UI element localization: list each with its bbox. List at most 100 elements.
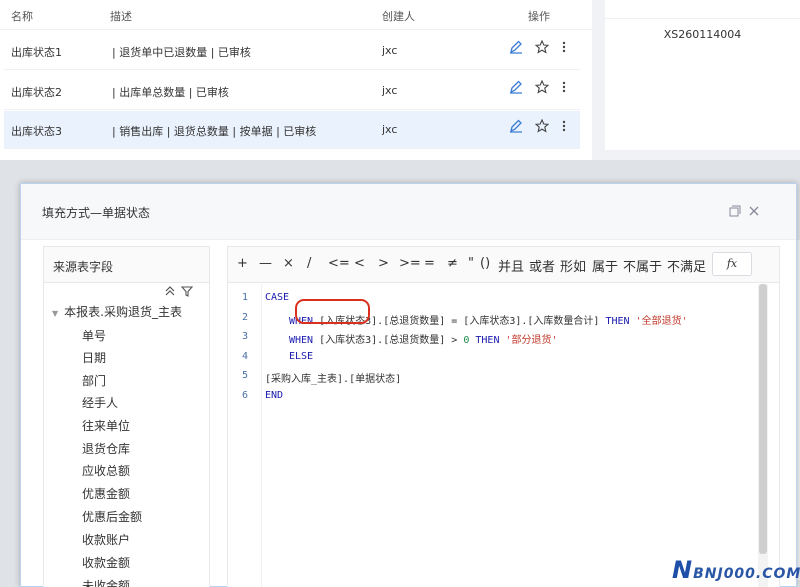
minus-button[interactable]: — xyxy=(259,256,272,271)
star-icon[interactable] xyxy=(534,118,550,136)
divide-button[interactable]: / xyxy=(307,256,311,271)
line-number: 1 xyxy=(241,292,248,303)
edit-icon[interactable] xyxy=(509,40,523,57)
tree-field-item[interactable]: 未收金额 xyxy=(82,577,130,587)
divider xyxy=(605,18,800,19)
row-name: 出库状态2 xyxy=(11,86,62,99)
tree-root-label: 本报表.采购退货_主表 xyxy=(64,305,182,319)
not-in-button[interactable]: 不属于 xyxy=(623,256,662,275)
maximize-icon[interactable] xyxy=(728,205,742,219)
fill-method-dialog: 填充方式—单据状态 来源表字段 ▼ 本报表.采购退货_主表 单号 日期 部门 经手… xyxy=(20,183,797,587)
equals-button[interactable]: = xyxy=(424,256,435,271)
col-desc-header: 描述 xyxy=(110,10,132,23)
line-number: 2 xyxy=(241,312,248,323)
document-number: XS260114004 xyxy=(663,28,742,41)
col-action-header: 操作 xyxy=(528,10,550,23)
function-button[interactable]: fx xyxy=(712,252,752,276)
tree-field-item[interactable]: 部门 xyxy=(82,372,106,389)
collapse-all-icon[interactable] xyxy=(164,285,176,300)
source-field-panel: 来源表字段 ▼ 本报表.采购退货_主表 单号 日期 部门 经手人 往来单位 退货仓… xyxy=(43,246,210,587)
tree-field-item[interactable]: 收款账户 xyxy=(82,531,130,548)
editor-scrollbar[interactable] xyxy=(758,284,768,587)
less-equal-button[interactable]: <= xyxy=(328,256,350,271)
multiply-button[interactable]: × xyxy=(283,256,294,271)
in-button[interactable]: 属于 xyxy=(592,256,618,275)
operator-toolbar: + — × / <= < > >= = ≠ " () 并且 或者 形如 属于 不… xyxy=(228,247,779,283)
keyword-else: ELSE xyxy=(289,351,314,362)
more-icon[interactable] xyxy=(561,40,567,57)
watermark-letter: N xyxy=(672,556,694,584)
tree-field-item[interactable]: 退货仓库 xyxy=(82,440,130,457)
edit-icon[interactable] xyxy=(509,80,523,97)
else-expr: [采购入库_主表].[单据状态] xyxy=(265,374,402,385)
code-line: [采购入库_主表].[单据状态] xyxy=(265,370,401,385)
keyword-then: THEN xyxy=(475,335,500,346)
table-row[interactable]: 出库状态1 | 退货单中已退数量 | 已审核 jxc xyxy=(4,32,580,70)
watermark-text: BNJ000.COM xyxy=(693,566,800,582)
plus-button[interactable]: + xyxy=(237,256,248,271)
col-name-header: 名称 xyxy=(11,10,33,23)
quote-button[interactable]: " xyxy=(468,256,474,271)
site-watermark: NBNJ000.COM xyxy=(672,556,800,584)
code-line: CASE xyxy=(265,292,289,303)
row-desc: | 退货单中已退数量 | 已审核 xyxy=(112,46,251,59)
close-icon[interactable] xyxy=(747,205,761,219)
keyword-when: WHEN xyxy=(289,335,314,346)
tree-field-item[interactable]: 往来单位 xyxy=(82,417,130,434)
line-number: 5 xyxy=(241,370,248,381)
greater-equal-button[interactable]: >= xyxy=(399,256,421,271)
source-field-title: 来源表字段 xyxy=(53,260,114,274)
dialog-header: 填充方式—单据状态 xyxy=(21,184,796,240)
star-icon[interactable] xyxy=(534,79,550,97)
number-literal: 0 xyxy=(463,335,470,346)
parentheses-button[interactable]: () xyxy=(480,256,490,271)
more-icon[interactable] xyxy=(561,80,567,97)
table-header: 名称 描述 创建人 操作 xyxy=(0,0,592,30)
code-line: WHEN [入库状态3].[总退货数量] > 0 THEN '部分退货' xyxy=(289,331,558,346)
template-table: 名称 描述 创建人 操作 出库状态1 | 退货单中已退数量 | 已审核 jxc … xyxy=(0,0,592,160)
tree-field-item[interactable]: 优惠后金额 xyxy=(82,508,142,525)
line-number: 3 xyxy=(241,331,248,342)
dialog-title: 填充方式—单据状态 xyxy=(42,206,151,220)
row-name: 出库状态1 xyxy=(11,46,62,59)
line-number-gutter: 1 2 3 4 5 6 xyxy=(228,284,262,587)
star-icon[interactable] xyxy=(534,39,550,57)
code-area[interactable]: CASE WHEN [入库状态3].[总退货数量] = [入库状态3].[入库数… xyxy=(265,284,755,587)
edit-icon[interactable] xyxy=(509,119,523,136)
less-than-button[interactable]: < xyxy=(354,256,365,271)
row-desc: | 销售出库 | 退货总数量 | 按单据 | 已审核 xyxy=(112,125,317,138)
row-creator: jxc xyxy=(382,44,398,57)
code-line: ELSE xyxy=(289,351,313,362)
row-name: 出库状态3 xyxy=(11,125,62,138)
tree-root-node[interactable]: ▼ 本报表.采购退货_主表 xyxy=(52,303,182,320)
tree-field-item[interactable]: 经手人 xyxy=(82,394,118,411)
line-number: 6 xyxy=(241,390,248,401)
greater-than-button[interactable]: > xyxy=(378,256,389,271)
row-creator: jxc xyxy=(382,84,398,97)
tree-field-item[interactable]: 收款金额 xyxy=(82,554,130,571)
not-satisfy-button[interactable]: 不满足 xyxy=(667,256,706,275)
table-row[interactable]: 出库状态3 | 销售出库 | 退货总数量 | 按单据 | 已审核 jxc xyxy=(4,111,580,149)
and-button[interactable]: 并且 xyxy=(498,256,524,275)
not-equal-button[interactable]: ≠ xyxy=(447,256,458,271)
table-row[interactable]: 出库状态2 | 出库单总数量 | 已审核 jxc xyxy=(4,72,580,110)
or-button[interactable]: 或者 xyxy=(529,256,555,275)
filter-icon[interactable] xyxy=(180,285,194,300)
string-literal: '全部退货' xyxy=(635,316,688,327)
like-button[interactable]: 形如 xyxy=(560,256,586,275)
source-field-header: 来源表字段 xyxy=(44,247,209,283)
keyword-case: CASE xyxy=(265,292,290,303)
tree-field-item[interactable]: 应收总额 xyxy=(82,462,130,479)
tree-field-item[interactable]: 优惠金额 xyxy=(82,485,130,502)
tree-field-item[interactable]: 单号 xyxy=(82,327,106,344)
right-detail-panel: XS260114004 xyxy=(605,0,800,150)
scrollbar-thumb[interactable] xyxy=(759,284,767,554)
more-icon[interactable] xyxy=(561,119,567,136)
col-creator-header: 创建人 xyxy=(382,10,415,23)
source-field-tools xyxy=(44,284,209,302)
string-literal: '部分退货' xyxy=(505,335,558,346)
tree-field-item[interactable]: 日期 xyxy=(82,349,106,366)
keyword-end: END xyxy=(265,390,284,401)
row-desc: | 出库单总数量 | 已审核 xyxy=(112,86,229,99)
condition-expr: [入库状态3].[总退货数量] > xyxy=(319,335,458,346)
